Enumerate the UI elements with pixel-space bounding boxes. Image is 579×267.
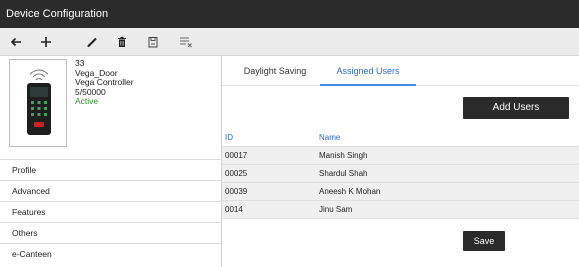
nav-item-profile[interactable]: Profile [0, 159, 222, 180]
user-id-cell: 00039 [225, 187, 248, 196]
plus-icon[interactable] [36, 32, 56, 52]
nav-item-advanced[interactable]: Advanced [0, 180, 222, 201]
table-header: ID Name [222, 129, 579, 147]
table-row[interactable]: 00039 Aneesh K Mohan [222, 183, 579, 201]
save-disk-icon[interactable] [143, 32, 163, 52]
tab-daylight-saving[interactable]: Daylight Saving [230, 56, 320, 86]
user-name-cell: Jinu Sam [319, 205, 353, 214]
clear-list-icon[interactable] [176, 32, 196, 52]
window-title: Device Configuration [0, 0, 579, 28]
left-pane: 33 Vega_Door Vega Controller 5/50000 Act… [0, 56, 222, 267]
nav-item-features[interactable]: Features [0, 201, 222, 222]
back-arrow-icon[interactable] [6, 32, 26, 52]
device-card: 33 Vega_Door Vega Controller 5/50000 Act… [0, 56, 222, 159]
nav-item-others[interactable]: Others [0, 222, 222, 243]
device-illustration [27, 69, 51, 135]
device-status: Active [75, 96, 99, 106]
device-info: 33 Vega_Door Vega Controller 5/50000 Act… [75, 58, 134, 107]
pencil-icon[interactable] [82, 32, 102, 52]
toolbar [0, 28, 579, 56]
column-header-id[interactable]: ID [225, 129, 233, 147]
user-name-cell: Aneesh K Mohan [319, 187, 381, 196]
table-row[interactable]: 0014 Jinu Sam [222, 201, 579, 219]
table-row[interactable]: 00017 Manish Singh [222, 147, 579, 165]
tab-bar: Daylight Saving Assigned Users [222, 56, 579, 86]
user-name-cell: Manish Singh [319, 151, 368, 160]
add-users-button[interactable]: Add Users [463, 97, 569, 119]
trash-icon[interactable] [112, 32, 132, 52]
column-header-name[interactable]: Name [319, 129, 340, 147]
device-image [9, 59, 67, 147]
user-id-cell: 0014 [225, 205, 243, 214]
right-pane: Daylight Saving Assigned Users Add Users… [222, 56, 579, 267]
nav-item-e-canteen[interactable]: e-Canteen [0, 243, 222, 264]
user-name-cell: Shardul Shah [319, 169, 368, 178]
user-id-cell: 00025 [225, 169, 248, 178]
tab-assigned-users[interactable]: Assigned Users [320, 56, 416, 86]
table-row[interactable]: 00025 Shardul Shah [222, 165, 579, 183]
user-id-cell: 00017 [225, 151, 248, 160]
settings-nav: Profile Advanced Features Others e-Cante… [0, 159, 222, 264]
assigned-users-table: ID Name 00017 Manish Singh 00025 Shardul… [222, 129, 579, 219]
save-button[interactable]: Save [463, 231, 505, 251]
